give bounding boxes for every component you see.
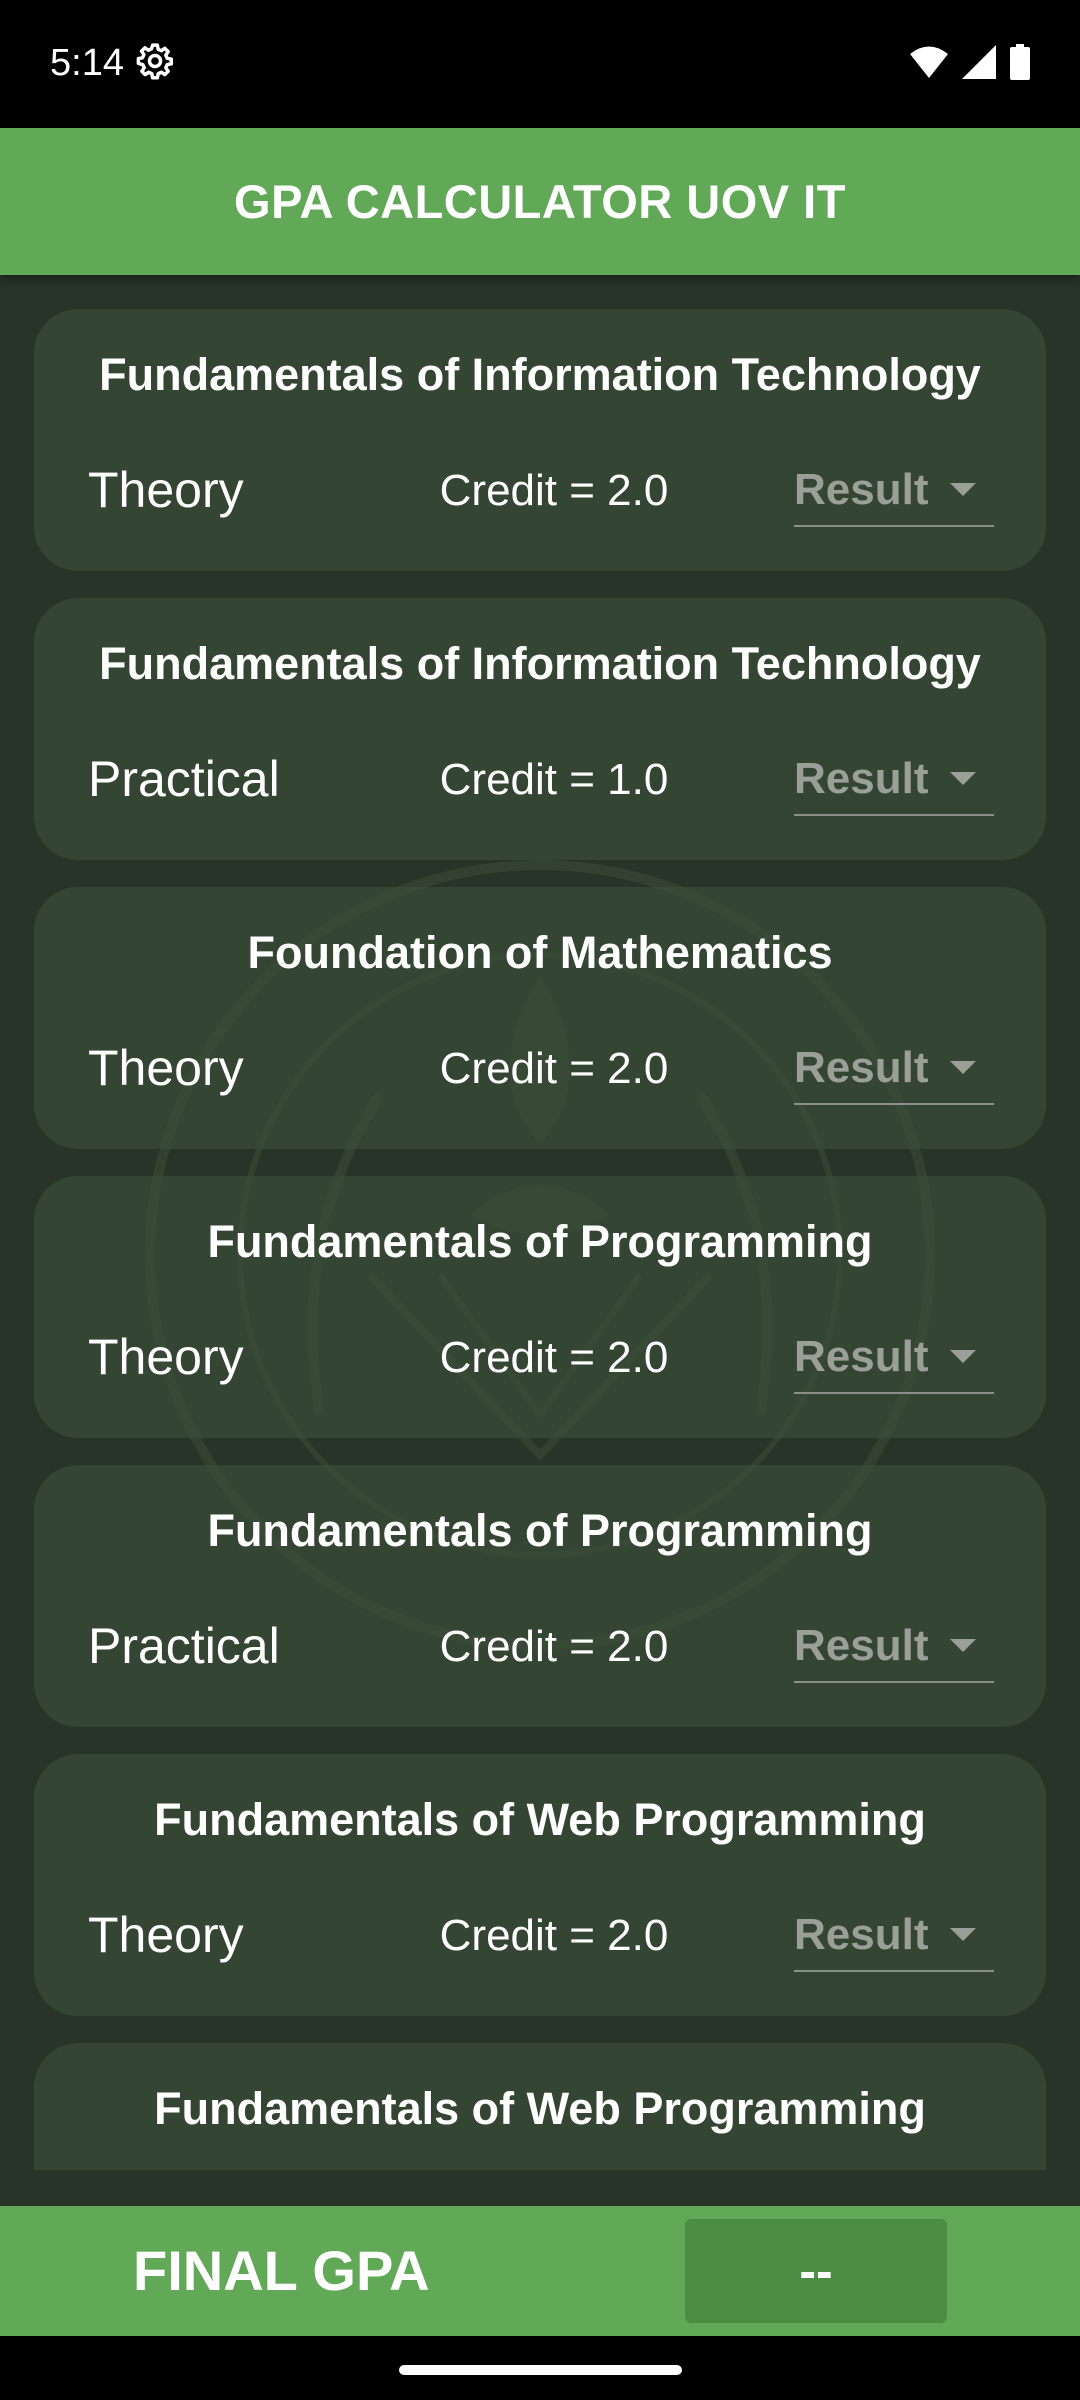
- course-title: Fundamentals of Programming: [207, 1216, 873, 1267]
- screen: 5:14 GPA CALCULATOR UOV IT Fundamentals …: [0, 0, 1080, 2400]
- course-title: Fundamentals of Information Technology: [99, 349, 981, 400]
- result-dropdown[interactable]: Result: [794, 1615, 994, 1683]
- chevron-down-icon: [950, 1061, 976, 1074]
- course-type: Theory: [88, 1907, 244, 1963]
- chevron-down-icon: [950, 1350, 976, 1363]
- final-gpa-label: FINAL GPA: [133, 2239, 430, 2302]
- course-title: Fundamentals of Web Programming: [154, 2083, 926, 2134]
- chevron-down-icon: [950, 772, 976, 785]
- course-list: Fundamentals of Information Technology T…: [34, 309, 1046, 2170]
- course-type: Practical: [88, 751, 280, 807]
- course-card: Fundamentals of Programming Theory Credi…: [34, 1176, 1046, 1438]
- status-time: 5:14: [50, 42, 124, 84]
- course-title: Fundamentals of Programming: [207, 1505, 873, 1556]
- battery-icon: [1010, 44, 1030, 80]
- course-card: Fundamentals of Information Technology P…: [34, 598, 1046, 860]
- course-list-container[interactable]: Fundamentals of Information Technology T…: [0, 275, 1080, 2170]
- course-type: Practical: [88, 1618, 280, 1674]
- course-credit: Credit = 1.0: [439, 755, 669, 804]
- result-dropdown-label: Result: [794, 754, 929, 803]
- result-dropdown[interactable]: Result: [794, 1904, 994, 1972]
- course-card: Fundamentals of Information Technology T…: [34, 309, 1046, 571]
- course-credit: Credit = 2.0: [439, 1622, 669, 1671]
- chevron-down-icon: [950, 1928, 976, 1941]
- settings-gear-icon: [136, 43, 174, 80]
- course-card: Fundamentals of Web Programming: [34, 2043, 1046, 2170]
- cellular-signal-icon: [962, 45, 996, 79]
- course-credit: Credit = 2.0: [439, 1911, 669, 1960]
- final-gpa-bar: FINAL GPA --: [0, 2206, 1080, 2336]
- result-dropdown-label: Result: [794, 1332, 929, 1381]
- course-card: Foundation of Mathematics Theory Credit …: [34, 887, 1046, 1149]
- course-title: Foundation of Mathematics: [247, 927, 833, 978]
- chevron-down-icon: [950, 483, 976, 496]
- course-credit: Credit = 2.0: [439, 466, 669, 515]
- app-title: GPA CALCULATOR UOV IT: [234, 175, 846, 228]
- result-dropdown[interactable]: Result: [794, 1037, 994, 1105]
- course-type: Theory: [88, 1040, 244, 1096]
- course-credit: Credit = 2.0: [439, 1333, 669, 1382]
- app-bar: GPA CALCULATOR UOV IT: [0, 128, 1080, 275]
- result-dropdown-label: Result: [794, 1043, 929, 1092]
- final-gpa-value: --: [685, 2219, 947, 2323]
- course-credit: Credit = 2.0: [439, 1044, 669, 1093]
- gesture-nav-bar: [0, 2336, 1080, 2400]
- result-dropdown[interactable]: Result: [794, 459, 994, 527]
- result-dropdown-label: Result: [794, 465, 929, 514]
- status-icons: [910, 44, 1030, 80]
- course-title: Fundamentals of Web Programming: [154, 1794, 926, 1845]
- status-bar: 5:14: [0, 0, 1080, 128]
- course-type: Theory: [88, 462, 244, 518]
- result-dropdown-label: Result: [794, 1910, 929, 1959]
- course-card: Fundamentals of Web Programming Theory C…: [34, 1754, 1046, 2016]
- result-dropdown-label: Result: [794, 1621, 929, 1670]
- chevron-down-icon: [950, 1639, 976, 1652]
- course-title: Fundamentals of Information Technology: [99, 638, 981, 689]
- home-indicator[interactable]: [399, 2365, 682, 2375]
- result-dropdown[interactable]: Result: [794, 748, 994, 816]
- wifi-icon: [910, 46, 948, 78]
- result-dropdown[interactable]: Result: [794, 1326, 994, 1394]
- course-card: Fundamentals of Programming Practical Cr…: [34, 1465, 1046, 1727]
- course-type: Theory: [88, 1329, 244, 1385]
